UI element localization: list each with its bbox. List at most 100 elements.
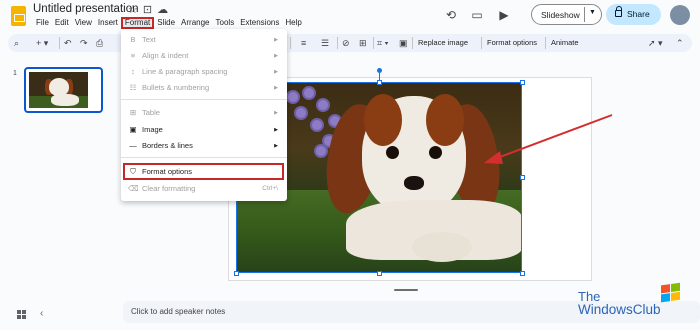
- link-icon[interactable]: ⊘: [342, 36, 350, 50]
- history-icon[interactable]: ⟲: [444, 8, 458, 22]
- collapse-toolbar-icon[interactable]: ⌃: [676, 36, 684, 50]
- meet-icon[interactable]: ▶: [497, 8, 511, 22]
- chevron-down-icon[interactable]: ▼: [589, 9, 596, 16]
- thumbnail-dog-body: [51, 94, 79, 106]
- toolbar-divider: [290, 37, 291, 49]
- table-icon: ⊞: [129, 108, 137, 117]
- menu-file[interactable]: File: [33, 17, 52, 29]
- menu-bar: File Edit View Insert Format Slide Arran…: [33, 17, 305, 29]
- resize-grip[interactable]: [394, 289, 418, 291]
- watermark-main: WindowsClub: [578, 302, 661, 317]
- avatar[interactable]: [670, 5, 690, 25]
- undo-icon[interactable]: ↶: [64, 36, 72, 50]
- toolbar-divider: [481, 37, 482, 49]
- format-options-icon: ⛉: [130, 167, 136, 176]
- comment-icon[interactable]: ▭: [470, 8, 484, 22]
- lock-icon: [615, 6, 622, 17]
- toolbar-divider: [545, 37, 546, 49]
- submenu-arrow-icon: ▶: [274, 37, 278, 43]
- collapse-filmstrip-icon[interactable]: ‹: [40, 308, 43, 319]
- slide-thumbnail[interactable]: [24, 67, 103, 113]
- dog-patch-right: [426, 94, 464, 146]
- toolbar: ⌕ + ▾ ↶ ↷ ⎙ ≡ ☰ ⊘ ⊞ ⌗ ▾ ▣ Replace image …: [8, 34, 692, 52]
- submenu-arrow-icon: ▶: [274, 85, 278, 91]
- resize-handle-right[interactable]: [520, 175, 525, 180]
- menu-divider: [121, 157, 287, 158]
- menu-view[interactable]: View: [72, 17, 95, 29]
- bold-icon: B: [130, 35, 136, 44]
- menu-format[interactable]: Format: [120, 17, 155, 29]
- menu-item-bullets[interactable]: ☷ Bullets & numbering ▶: [121, 80, 287, 96]
- crop-icon[interactable]: ⌗ ▾: [377, 36, 388, 50]
- title-actions: ☆ ⊡ ☁: [128, 3, 168, 16]
- toolbar-divider: [59, 37, 60, 49]
- rotation-handle[interactable]: [377, 68, 382, 73]
- submenu-arrow-icon: ▶: [274, 110, 278, 116]
- dog-eye-right: [429, 146, 442, 159]
- format-options-button[interactable]: Format options: [487, 36, 537, 50]
- share-label: Share: [627, 9, 650, 19]
- align-indent-icon: ≡: [130, 51, 136, 60]
- menu-slide[interactable]: Slide: [154, 17, 178, 29]
- resize-handle-top[interactable]: [377, 80, 382, 85]
- menu-item-table[interactable]: ⊞ Table ▶: [121, 105, 287, 121]
- search-menus-icon[interactable]: ⌕: [14, 36, 19, 50]
- animate-button[interactable]: Animate: [551, 36, 579, 50]
- move-folder-icon[interactable]: ⊡: [143, 3, 152, 16]
- menu-arrange[interactable]: Arrange: [178, 17, 212, 29]
- share-button[interactable]: Share: [606, 4, 661, 25]
- submenu-arrow-icon: ▶: [274, 143, 278, 149]
- borders-icon: —: [129, 141, 137, 150]
- clear-formatting-icon: ⌫: [128, 184, 139, 193]
- dog-patch-left: [364, 94, 402, 146]
- line-weight-icon[interactable]: ☰: [321, 36, 329, 50]
- menu-item-borders-lines[interactable]: — Borders & lines ▶: [121, 138, 287, 154]
- slideshow-divider: [584, 7, 585, 22]
- menu-item-text[interactable]: B Text ▶: [121, 32, 287, 48]
- image-icon: ▣: [129, 125, 137, 134]
- select-mode-icon[interactable]: ➚ ▾: [648, 36, 663, 50]
- submenu-arrow-icon: ▶: [274, 127, 278, 133]
- title-bar: Untitled presentation ☆ ⊡ ☁ File Edit Vi…: [0, 0, 700, 32]
- dog-eye-left: [386, 146, 399, 159]
- menu-extensions[interactable]: Extensions: [237, 17, 282, 29]
- slideshow-label: Slideshow: [541, 10, 580, 20]
- menu-item-align-indent[interactable]: ≡ Align & indent ▶: [121, 48, 287, 64]
- new-slide-icon[interactable]: + ▾: [36, 36, 48, 50]
- grid-view-icon[interactable]: [17, 310, 26, 319]
- windows-logo-icon: [661, 282, 681, 303]
- document-title[interactable]: Untitled presentation: [33, 3, 138, 15]
- resize-handle-tr[interactable]: [520, 80, 525, 85]
- resize-handle-bl[interactable]: [234, 271, 239, 276]
- replace-image-button[interactable]: Replace image: [418, 36, 468, 50]
- menu-help[interactable]: Help: [282, 17, 304, 29]
- menu-item-format-options[interactable]: ⛉ Format options: [121, 164, 287, 180]
- submenu-arrow-icon: ▶: [274, 69, 278, 75]
- format-menu-dropdown: B Text ▶ ≡ Align & indent ▶ ↕ Line & par…: [121, 29, 287, 201]
- toolbar-divider: [373, 37, 374, 49]
- toolbar-divider: [337, 37, 338, 49]
- redo-icon[interactable]: ↷: [80, 36, 88, 50]
- slideshow-button[interactable]: Slideshow ▼: [531, 4, 602, 25]
- slide-number: 1: [13, 70, 17, 77]
- slides-logo-icon[interactable]: [11, 6, 26, 26]
- menu-edit[interactable]: Edit: [52, 17, 72, 29]
- toolbar-divider: [412, 37, 413, 49]
- menu-item-line-spacing[interactable]: ↕ Line & paragraph spacing ▶: [121, 64, 287, 80]
- thumbnail-image: [29, 72, 88, 108]
- resize-handle-br[interactable]: [520, 271, 525, 276]
- menu-insert[interactable]: Insert: [95, 17, 121, 29]
- print-icon[interactable]: ⎙: [96, 36, 103, 50]
- menu-item-image[interactable]: ▣ Image ▶: [121, 122, 287, 138]
- menu-item-clear-formatting[interactable]: ⌫ Clear formatting Ctrl+\: [121, 181, 287, 197]
- mask-image-icon[interactable]: ▣: [399, 36, 408, 50]
- align-icon[interactable]: ≡: [301, 36, 306, 50]
- star-icon[interactable]: ☆: [128, 3, 138, 16]
- cloud-status-icon[interactable]: ☁: [157, 3, 168, 16]
- speaker-notes-placeholder: Click to add speaker notes: [131, 307, 226, 316]
- menu-divider: [121, 99, 287, 100]
- resize-handle-bottom[interactable]: [377, 271, 382, 276]
- bullets-icon: ☷: [129, 83, 137, 92]
- insert-comment-icon[interactable]: ⊞: [359, 36, 367, 50]
- menu-tools[interactable]: Tools: [213, 17, 238, 29]
